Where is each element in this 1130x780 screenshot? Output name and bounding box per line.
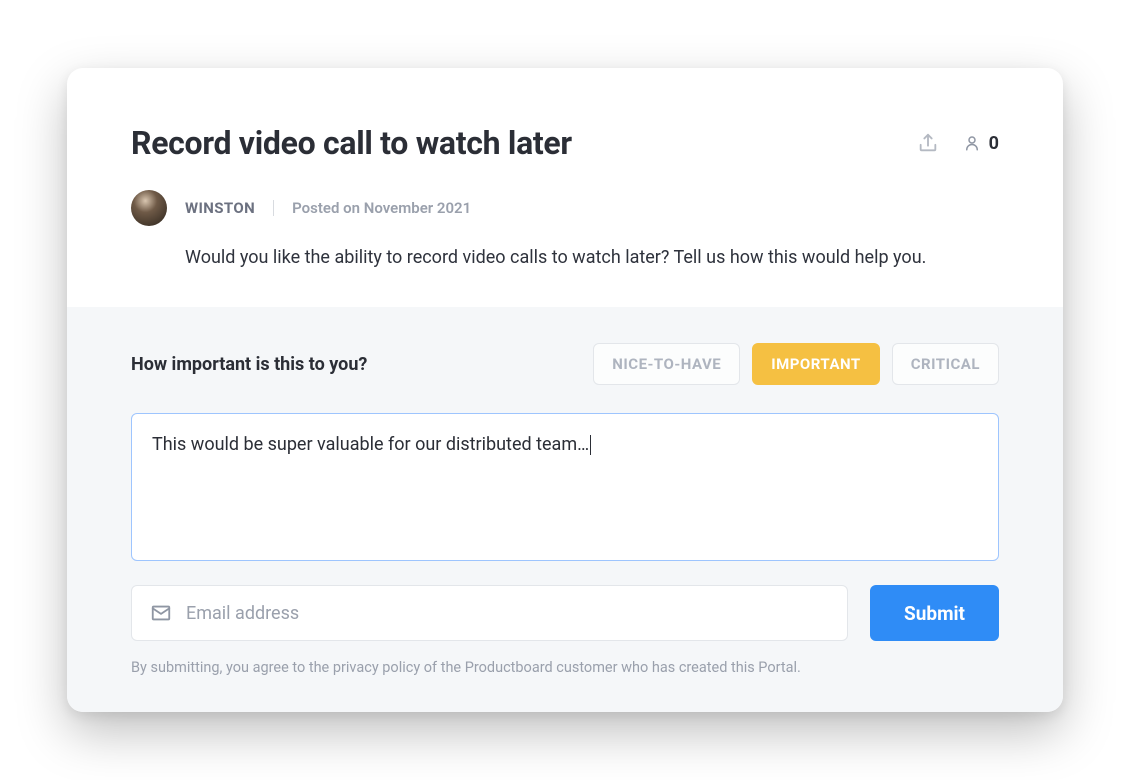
email-field-wrap xyxy=(131,585,848,641)
avatar xyxy=(131,190,167,226)
comment-input[interactable]: This would be super valuable for our dis… xyxy=(131,413,999,561)
importance-row: How important is this to you? NICE-TO-HA… xyxy=(131,343,999,385)
feedback-form: How important is this to you? NICE-TO-HA… xyxy=(67,307,1063,712)
person-icon xyxy=(963,134,981,152)
importance-options: NICE-TO-HAVE IMPORTANT CRITICAL xyxy=(593,343,999,385)
votes-count: 0 xyxy=(989,133,999,154)
feedback-card: Record video call to watch later 0 xyxy=(67,68,1063,712)
votes-indicator: 0 xyxy=(963,133,999,154)
author-row: WINSTON Posted on November 2021 xyxy=(131,190,999,226)
option-nice-to-have[interactable]: NICE-TO-HAVE xyxy=(593,343,740,385)
submit-row: Submit xyxy=(131,585,999,641)
post-description: Would you like the ability to record vid… xyxy=(131,244,999,271)
disclaimer-text: By submitting, you agree to the privacy … xyxy=(131,659,999,676)
posted-date: Posted on November 2021 xyxy=(292,199,471,217)
author-name: WINSTON xyxy=(185,199,255,217)
submit-button[interactable]: Submit xyxy=(870,585,999,641)
title-actions: 0 xyxy=(917,132,999,154)
card-header: Record video call to watch later 0 xyxy=(67,68,1063,307)
meta-separator xyxy=(273,200,274,216)
option-important[interactable]: IMPORTANT xyxy=(752,343,879,385)
share-button[interactable] xyxy=(917,132,939,154)
mail-icon xyxy=(150,602,172,624)
title-row: Record video call to watch later 0 xyxy=(131,124,999,162)
share-icon xyxy=(917,132,939,154)
page-title: Record video call to watch later xyxy=(131,124,572,162)
importance-label: How important is this to you? xyxy=(131,354,367,375)
option-critical[interactable]: CRITICAL xyxy=(892,343,999,385)
email-input[interactable] xyxy=(186,603,829,624)
